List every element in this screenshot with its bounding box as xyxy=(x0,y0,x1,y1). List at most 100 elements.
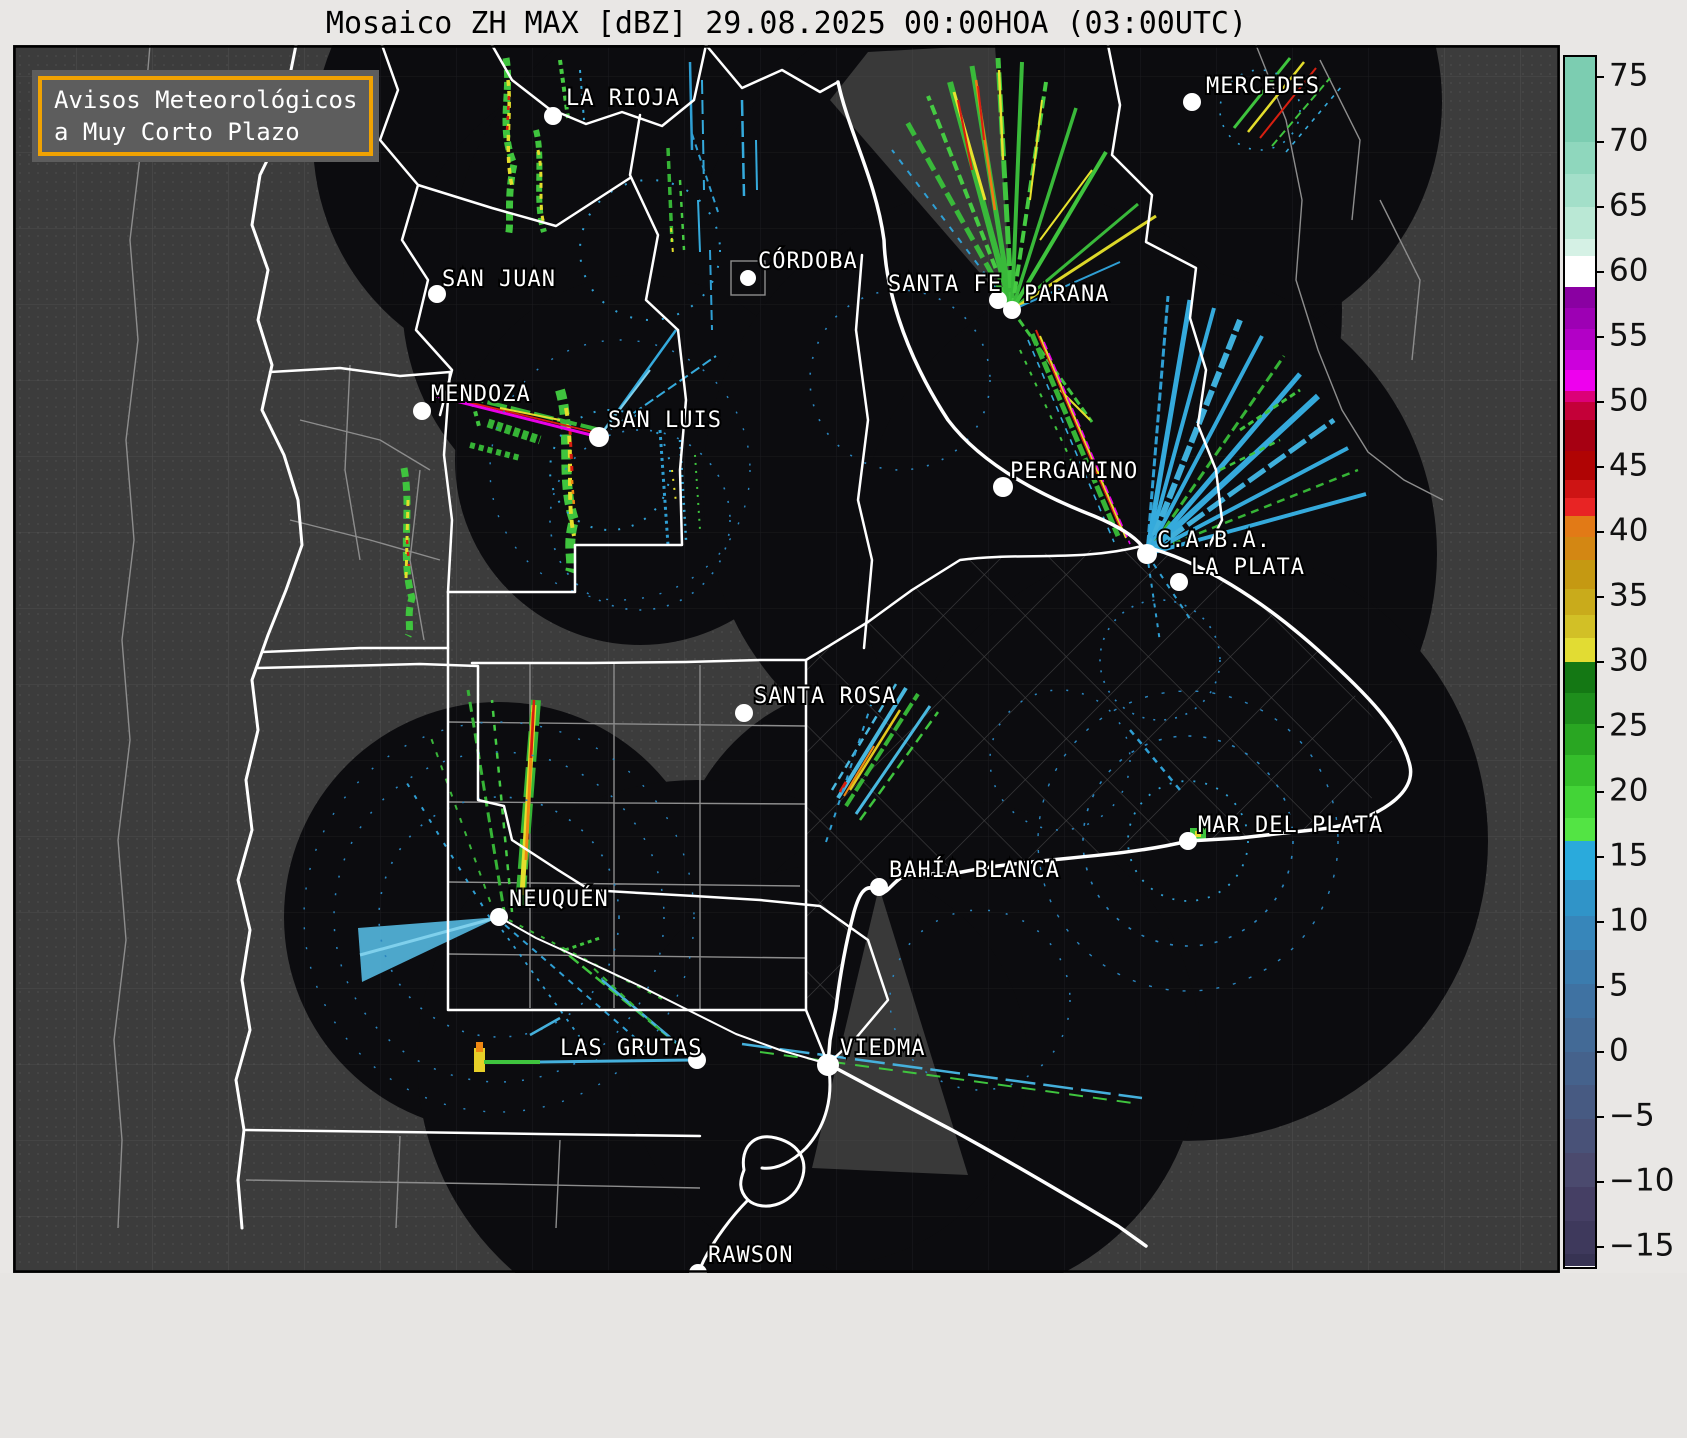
colorbar-segment xyxy=(1565,206,1595,240)
colorbar-segment xyxy=(1565,786,1595,818)
colorbar-tick-mark xyxy=(1595,400,1604,403)
colorbar-tick-label: −15 xyxy=(1609,1227,1675,1264)
colorbar-tick-label: 55 xyxy=(1609,317,1649,354)
colorbar-tick-label: −5 xyxy=(1609,1097,1655,1134)
city-label-mar-del-plata: MAR DEL PLATA xyxy=(1198,813,1383,838)
colorbar-segment xyxy=(1565,536,1595,561)
city-marker-bah-a-blanca xyxy=(870,878,888,896)
colorbar-segment xyxy=(1565,723,1595,756)
colorbar-segment xyxy=(1565,450,1595,480)
city-label-santa-rosa: SANTA ROSA xyxy=(754,684,896,709)
city-marker-la-plata xyxy=(1170,573,1188,591)
colorbar-segment xyxy=(1565,515,1595,538)
colorbar-tick-mark xyxy=(1595,75,1604,78)
colorbar-tick-mark xyxy=(1595,1245,1604,1248)
colorbar-tick-mark xyxy=(1595,205,1604,208)
colorbar-segment xyxy=(1565,614,1595,639)
colorbar-segment xyxy=(1565,370,1595,392)
colorbar-tick-label: 70 xyxy=(1609,122,1649,159)
city-marker-santa-rosa xyxy=(735,704,753,722)
colorbar-segment xyxy=(1565,391,1595,402)
colorbar-segment xyxy=(1565,916,1595,951)
city-marker-mercedes xyxy=(1183,93,1201,111)
colorbar-tick-mark xyxy=(1595,465,1604,468)
colorbar-segment xyxy=(1565,239,1595,257)
colorbar-segment xyxy=(1565,1085,1595,1120)
colorbar-tick-mark xyxy=(1595,920,1604,923)
city-label-las-grutas: LAS GRUTAS xyxy=(560,1036,702,1061)
colorbar-segment xyxy=(1565,287,1595,309)
city-label-neuqu-n: NEUQUÉN xyxy=(509,886,609,912)
colorbar-segment xyxy=(1565,661,1595,694)
city-marker-neuqu-n xyxy=(490,908,508,926)
colorbar-tick-mark xyxy=(1595,270,1604,273)
colorbar-segment xyxy=(1565,560,1595,590)
colorbar-segment xyxy=(1565,57,1595,142)
colorbar-segment xyxy=(1565,401,1595,421)
colorbar-tick-mark xyxy=(1595,595,1604,598)
city-label-mendoza: MENDOZA xyxy=(431,382,531,407)
city-label-bah-a-blanca: BAHÍA BLANCA xyxy=(889,857,1060,883)
city-marker-mar-del-plata xyxy=(1179,832,1197,850)
colorbar-tick-label: 40 xyxy=(1609,512,1649,549)
warning-line-2: a Muy Corto Plazo xyxy=(54,118,300,146)
colorbar-segment xyxy=(1565,1119,1595,1154)
colorbar-tick-mark xyxy=(1595,1050,1604,1053)
colorbar-tick-mark xyxy=(1595,1180,1604,1183)
colorbar-tick-label: 60 xyxy=(1609,252,1649,289)
city-label-pergamino: PERGAMINO xyxy=(1010,459,1138,484)
colorbar-gradient xyxy=(1565,57,1595,1267)
city-label-c-a-b-a: C.A.B.A. xyxy=(1157,528,1271,553)
city-label-mercedes: MERCEDES xyxy=(1206,74,1320,99)
city-label-viedma: VIEDMA xyxy=(840,1036,925,1061)
colorbar-segment xyxy=(1565,692,1595,725)
colorbar-tick-mark xyxy=(1595,660,1604,663)
city-label-la-plata: LA PLATA xyxy=(1191,555,1305,580)
warning-line-1: Avisos Meteorológicos xyxy=(54,86,358,114)
colorbar-segment xyxy=(1565,950,1595,985)
colorbar-tick-label: 65 xyxy=(1609,187,1649,224)
colorbar-segment xyxy=(1565,419,1595,452)
colorbar-segment xyxy=(1565,1051,1595,1086)
colorbar-segment xyxy=(1565,983,1595,1019)
city-marker-mendoza xyxy=(413,402,431,420)
colorbar-segment xyxy=(1565,174,1595,207)
city-marker-c-rdoba xyxy=(740,270,756,286)
colorbar-segment xyxy=(1565,638,1595,662)
colorbar-tick-label: 20 xyxy=(1609,772,1649,809)
city-label-c-rdoba: CÓRDOBA xyxy=(758,248,858,274)
city-marker-parana xyxy=(1003,301,1021,319)
warning-box-border: Avisos Meteorológicos a Muy Corto Plazo xyxy=(38,76,374,156)
colorbar-tick-mark xyxy=(1595,1115,1604,1118)
radar-map: LA RIOJA MERCEDES SAN JUAN CÓRDOBA SANTA FE P… xyxy=(13,45,1560,1273)
colorbar-segment xyxy=(1565,141,1595,175)
radar-mosaic-page: Mosaico ZH MAX [dBZ] 29.08.2025 00:00HOA… xyxy=(0,0,1687,1438)
city-marker-c-a-b-a xyxy=(1137,544,1157,564)
city-label-san-luis: SAN LUIS xyxy=(608,408,722,433)
city-marker-viedma xyxy=(817,1054,839,1076)
colorbar-tick-mark xyxy=(1595,855,1604,858)
colorbar-segment xyxy=(1565,497,1595,517)
colorbar-tick-label: 25 xyxy=(1609,707,1649,744)
city-label-santa-fe: SANTA FE xyxy=(888,272,1002,297)
colorbar-tick-label: −10 xyxy=(1609,1162,1675,1199)
warning-box: Avisos Meteorológicos a Muy Corto Plazo xyxy=(32,70,380,162)
colorbar-tick-label: 5 xyxy=(1609,967,1629,1004)
colorbar-tick-mark xyxy=(1595,140,1604,143)
colorbar-segment xyxy=(1565,879,1595,917)
colorbar-tick-label: 35 xyxy=(1609,577,1649,614)
colorbar-tick-label: 50 xyxy=(1609,382,1649,419)
city-marker-la-rioja xyxy=(544,107,562,125)
colorbar-tick-mark xyxy=(1595,725,1604,728)
colorbar-segment xyxy=(1565,1152,1595,1188)
colorbar-segment xyxy=(1565,349,1595,371)
colorbar-tick-mark xyxy=(1595,530,1604,533)
page-title: Mosaico ZH MAX [dBZ] 29.08.2025 00:00HOA… xyxy=(325,6,1248,41)
colorbar-segment xyxy=(1565,588,1595,616)
city-label-parana: PARANA xyxy=(1024,282,1109,307)
colorbar-segment xyxy=(1565,307,1595,330)
colorbar-segment xyxy=(1565,1254,1595,1267)
city-label-san-juan: SAN JUAN xyxy=(442,267,556,292)
colorbar-segment xyxy=(1565,255,1595,288)
colorbar-tick-label: 10 xyxy=(1609,902,1649,939)
